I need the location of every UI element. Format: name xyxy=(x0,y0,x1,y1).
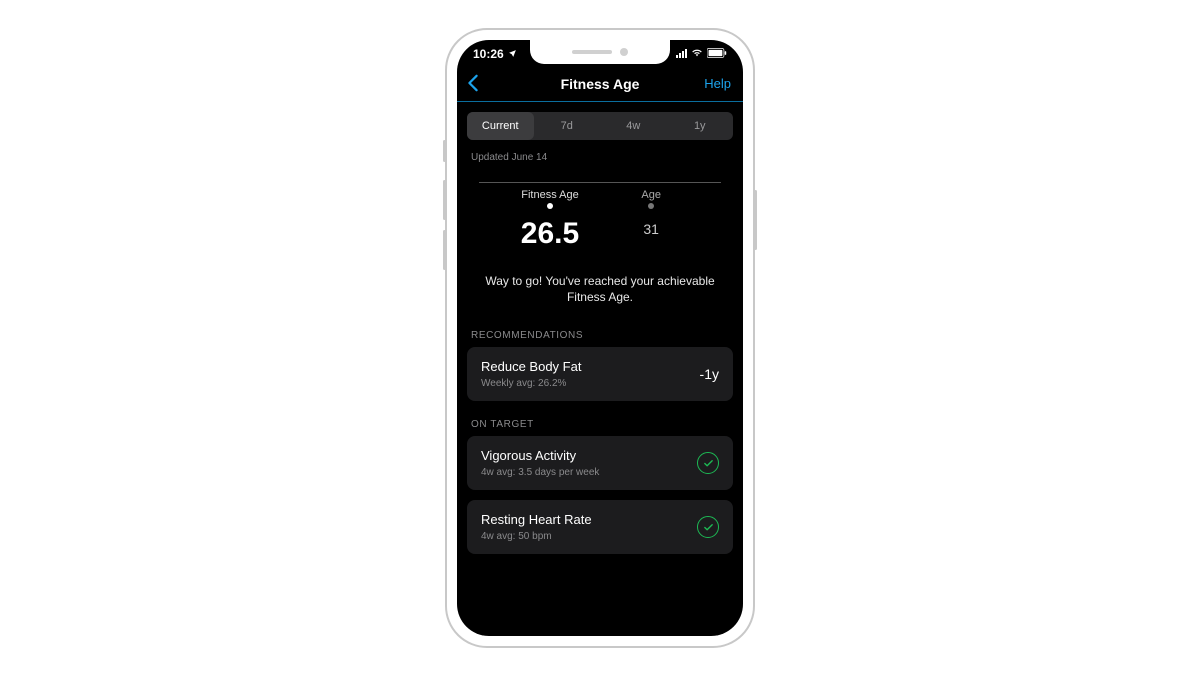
speaker-grille xyxy=(572,50,612,54)
front-camera xyxy=(620,48,628,56)
card-subtitle: 4w avg: 50 bpm xyxy=(481,531,592,542)
wifi-icon xyxy=(691,47,703,61)
segment-7d[interactable]: 7d xyxy=(534,112,601,140)
card-impact: -1y xyxy=(700,366,719,382)
updated-label: Updated June 14 xyxy=(457,140,743,163)
location-icon xyxy=(508,47,517,61)
nav-bar: Fitness Age Help xyxy=(457,68,743,102)
card-resting-heart-rate[interactable]: Resting Heart Rate 4w avg: 50 bpm xyxy=(467,500,733,554)
card-title: Vigorous Activity xyxy=(481,448,599,463)
check-icon xyxy=(697,452,719,474)
back-button[interactable] xyxy=(467,74,479,98)
volume-down-button xyxy=(443,230,446,270)
card-vigorous-activity[interactable]: Vigorous Activity 4w avg: 3.5 days per w… xyxy=(467,436,733,490)
screen: 10:26 Fitness Age Help xyxy=(457,40,743,636)
check-icon xyxy=(697,516,719,538)
on-target-header: ON TARGET xyxy=(457,411,743,436)
cellular-icon xyxy=(676,49,687,58)
page-title: Fitness Age xyxy=(561,76,640,92)
achievement-message: Way to go! You've reached your achievabl… xyxy=(457,261,743,323)
card-title: Reduce Body Fat xyxy=(481,359,581,374)
segment-4w[interactable]: 4w xyxy=(600,112,667,140)
age-dot xyxy=(648,203,654,209)
segment-current[interactable]: Current xyxy=(467,112,534,140)
fitness-age-label: Fitness Age xyxy=(521,189,578,201)
fitness-age-dot xyxy=(547,203,553,209)
card-subtitle: 4w avg: 3.5 days per week xyxy=(481,467,599,478)
fitness-age-value: 26.5 xyxy=(521,217,579,251)
card-subtitle: Weekly avg: 26.2% xyxy=(481,378,581,389)
side-button xyxy=(443,140,446,162)
time-range-segmented: Current 7d 4w 1y xyxy=(467,112,733,140)
card-title: Resting Heart Rate xyxy=(481,512,592,527)
age-value: 31 xyxy=(643,221,659,237)
power-button xyxy=(754,190,757,250)
fitness-age-col: Fitness Age 26.5 xyxy=(521,189,579,251)
recommendations-header: RECOMMENDATIONS xyxy=(457,322,743,347)
age-label: Age xyxy=(641,189,661,201)
battery-icon xyxy=(707,47,727,61)
chronological-age-col: Age 31 xyxy=(623,189,679,251)
segment-1y[interactable]: 1y xyxy=(667,112,734,140)
age-axis-line xyxy=(479,182,721,183)
volume-up-button xyxy=(443,180,446,220)
fitness-age-block: Fitness Age 26.5 Age 31 xyxy=(457,163,743,261)
notch xyxy=(530,40,670,64)
help-button[interactable]: Help xyxy=(704,76,731,91)
phone-frame: 10:26 Fitness Age Help xyxy=(445,28,755,648)
card-reduce-body-fat[interactable]: Reduce Body Fat Weekly avg: 26.2% -1y xyxy=(467,347,733,401)
status-time: 10:26 xyxy=(473,47,504,61)
